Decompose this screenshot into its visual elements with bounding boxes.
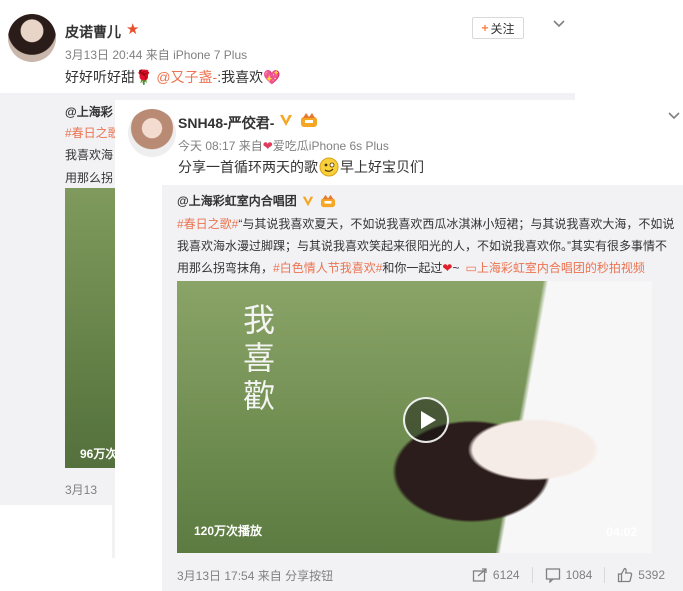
post-meta: 今天 08:17 来自❤爱吃瓜iPhone 6s Plus [178,137,389,154]
thumbs-up-icon [618,567,633,583]
timestamp[interactable]: 3月13日 20:44 [65,48,142,62]
post-text: 好好听好甜🌹 //@又子盏-:我喜欢💖 [65,67,633,558]
source-prefix: 来自 [238,139,263,153]
repost-text: #春日之歌#“与其说我喜欢夏天，不如说我喜欢西瓜冰淇淋小短裙；与其说我喜欢大海，… [177,213,677,279]
forward-button[interactable]: 6124 [460,567,532,583]
post-text-tail: :我喜欢 [217,69,264,85]
repost-date[interactable]: 3月13日 17:54 [177,569,254,583]
repost-text-line: 我喜欢海 [65,148,114,162]
video-player[interactable]: 我喜歡 120万次播放 04:02 [177,281,652,553]
repost-body-text: 和你一起过 [382,261,443,275]
foreground-weibo-card: SNH48-严佼君- 今天 08:17 来自❤爱吃瓜iPhone 6s Plus… [115,100,683,591]
post-text-before: 分享一首循环两天的歌 [178,159,318,175]
topic-link[interactable]: #春日之歌# [177,217,238,231]
repost-username[interactable]: @上海彩 [65,103,113,120]
follow-button[interactable]: + 关注 [472,17,524,39]
post-text-main: 好好听好甜 [65,69,135,85]
tilde: ~ [452,261,460,275]
play-icon [420,411,436,429]
follow-label: 关注 [490,21,515,36]
source-device[interactable]: 爱吃瓜iPhone 6s Plus [273,139,389,153]
comment-count: 1084 [565,568,593,582]
post-text-after: 早上好宝贝们 [340,159,424,175]
repost-date[interactable]: 3月13 [65,481,97,498]
verified-v-icon [280,115,292,126]
source-prefix: 来自 [257,569,282,583]
star-rank-icon: ★ [126,21,140,38]
comment-button[interactable]: 1084 [531,567,605,583]
sparkling-heart-icon: 💖 [263,69,281,85]
action-bar: 6124 1084 5392 [460,567,677,583]
comment-icon [545,568,560,583]
repost-meta: 3月13日 17:54 来自 分享按钮 [177,567,333,584]
verified-v-icon [302,196,313,206]
avatar[interactable] [8,14,56,62]
video-link[interactable]: 上海彩虹室内合唱团的秒拍视频 [477,261,645,275]
rose-icon: 🌹 [135,69,153,85]
plus-icon: + [481,21,489,35]
repost-container: @上海彩虹室内合唱团 #春日之歌#“与其说我喜欢夏天，不如说我喜欢西瓜冰淇淋小短… [162,185,683,591]
member-crown-icon[interactable] [319,194,337,208]
video-view-count: 120万次播放 [194,524,263,538]
source-prefix: 来自 [145,48,170,62]
timestamp[interactable]: 今天 08:17 [178,139,235,153]
member-crown-icon[interactable] [299,112,319,128]
username[interactable]: 皮诺曹儿 [65,22,121,42]
forward-count: 6124 [492,568,520,582]
chevron-down-icon[interactable] [665,106,683,124]
post-meta: 3月13日 20:44 来自 iPhone 7 Plus [65,46,247,63]
source-app[interactable]: 分享按钮 [285,569,333,583]
video-duration: 04:02 [606,525,637,539]
mention-link[interactable]: @又子盏- [156,69,217,85]
repost-username[interactable]: @上海彩虹室内合唱团 [177,192,297,209]
video-views: 96万次 [80,447,118,461]
source-device[interactable]: iPhone 7 Plus [173,48,247,62]
heart-icon: ❤ [442,261,453,275]
play-button[interactable] [403,397,449,443]
like-count: 5392 [638,568,665,582]
chevron-down-icon[interactable] [550,14,568,32]
topic-link[interactable]: #春日之歌 [65,124,120,141]
username[interactable]: SNH48-严佼君- [178,113,274,133]
like-button[interactable]: 5392 [604,567,677,583]
topic-link[interactable]: #白色情人节我喜欢# [273,261,382,275]
avatar[interactable] [128,109,176,157]
repost-header: @上海彩虹室内合唱团 [177,192,337,209]
post-text: 分享一首循环两天的歌 早上好宝贝们 [178,157,424,177]
repost-text-line: 用那么拐 [65,171,114,185]
video-title-overlay: 我喜歡 [238,303,276,417]
video-link-icon: ▭ [465,261,477,275]
heart-icon: ❤ [262,139,273,153]
forward-icon [472,568,487,582]
silly-face-emoji-icon [319,157,339,177]
